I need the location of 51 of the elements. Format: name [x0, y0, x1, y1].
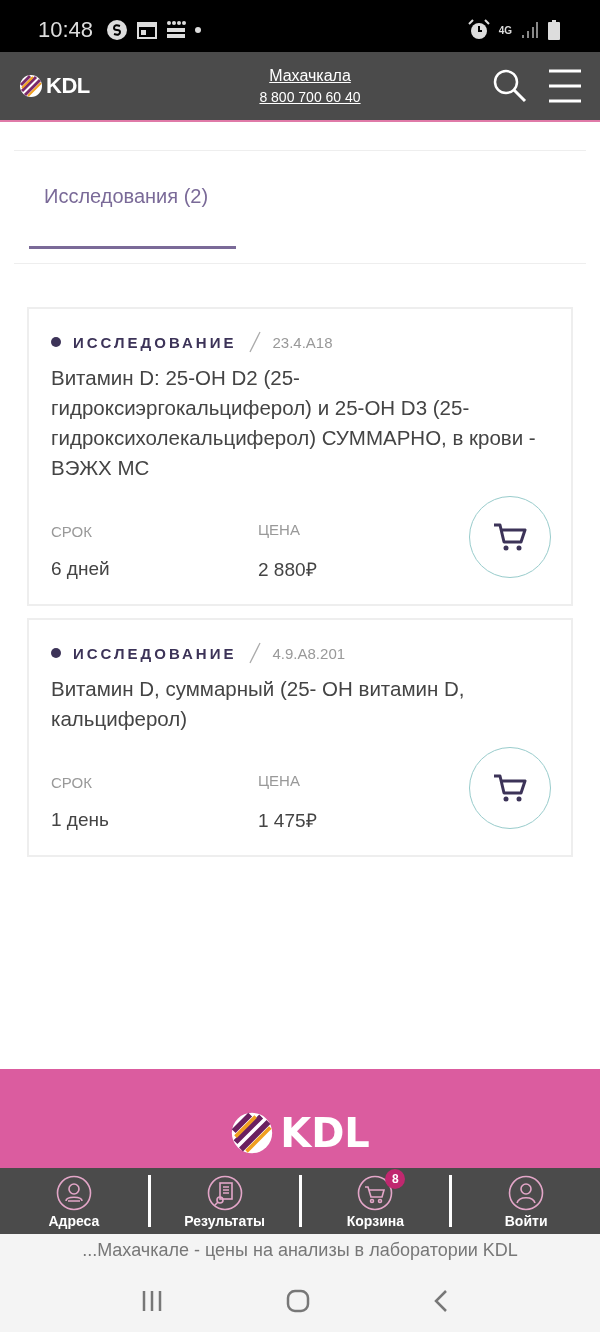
- bullet-icon: [51, 648, 61, 658]
- price-label: ЦЕНА: [258, 521, 301, 538]
- globe-logo-icon: [19, 74, 43, 98]
- category-label: ИССЛЕДОВАНИЕ: [73, 333, 237, 351]
- nav-item[interactable]: Войти: [452, 1173, 600, 1229]
- dot-icon: [195, 27, 202, 33]
- phone-link[interactable]: 8 800 700 60 40: [259, 89, 361, 105]
- nav-item[interactable]: 8 Корзина: [301, 1173, 450, 1229]
- slash-icon: [248, 331, 261, 353]
- page-title: ...Махачкале - цены на анализы в лаборатории KDL: [0, 1234, 600, 1270]
- user-icon: [508, 1175, 545, 1211]
- price-value: 2 880₽: [258, 558, 318, 582]
- alarm-icon: [467, 19, 490, 41]
- tab[interactable]: Исследования (2): [29, 151, 236, 249]
- slash-icon: [248, 642, 261, 664]
- test-title[interactable]: Витамин D, суммарный (25- ОН витамин D, кальциферол): [51, 674, 546, 734]
- battery-icon: [548, 20, 560, 40]
- signal-icon: [521, 21, 539, 39]
- test-code: 23.4.А18: [272, 333, 333, 351]
- test-title[interactable]: Витамин D: 25-ОН D2 (25-гидроксиэргокальциферол) и 25-ОН D3 (25-гидроксихолекальциферол) СУММАРНО, в крови - ВЭЖХ МС: [51, 363, 546, 483]
- globe-logo-icon: [230, 1111, 275, 1155]
- test-code: 4.9.А8.201: [272, 644, 346, 662]
- calendar-icon: [137, 21, 158, 39]
- price-value: 1 475₽: [258, 809, 318, 833]
- bullet-icon: [51, 337, 61, 347]
- nav-item[interactable]: Адреса: [0, 1173, 148, 1229]
- document-search-icon: [206, 1175, 243, 1211]
- cart-icon: [493, 521, 527, 552]
- back-icon[interactable]: [432, 1289, 449, 1313]
- term-value: 1 день: [51, 809, 110, 831]
- network-label: 4G: [498, 24, 512, 36]
- term-label: СРОК: [51, 774, 93, 791]
- app-notification-icon: [166, 20, 187, 40]
- term-value: 6 дней: [51, 558, 111, 580]
- term-label: СРОК: [51, 523, 93, 540]
- city-link[interactable]: Махачкала: [269, 67, 351, 85]
- home-icon[interactable]: [286, 1289, 310, 1313]
- kdl-logo[interactable]: KDL: [19, 73, 189, 99]
- location-icon: [55, 1175, 92, 1211]
- kdl-logo: KDL: [230, 1110, 370, 1156]
- price-label: ЦЕНА: [258, 772, 301, 789]
- recent-apps-icon[interactable]: [141, 1290, 164, 1312]
- status-time: 10:48: [38, 17, 94, 43]
- category-label: ИССЛЕДОВАНИЕ: [73, 644, 237, 662]
- cart-icon: [357, 1175, 394, 1211]
- app-notification-icon: [106, 19, 129, 41]
- cart-icon: [493, 772, 527, 803]
- nav-item[interactable]: Результаты: [150, 1173, 299, 1229]
- menu-icon[interactable]: [549, 69, 581, 103]
- cart-count-badge: 8: [385, 1169, 406, 1189]
- search-icon[interactable]: [493, 69, 527, 103]
